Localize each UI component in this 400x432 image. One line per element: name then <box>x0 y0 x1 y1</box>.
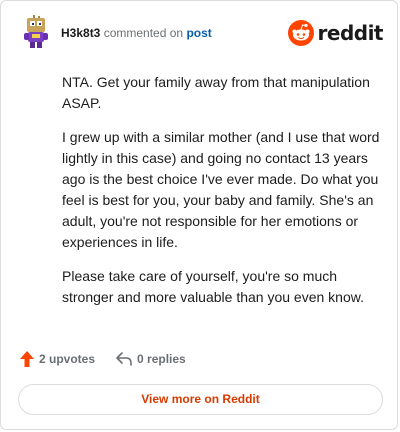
comment-body: NTA. Get your family away from that mani… <box>62 72 388 321</box>
reply-button[interactable]: 0 replies <box>115 351 186 367</box>
view-more-button[interactable]: View more on Reddit <box>18 384 383 415</box>
upvote-button[interactable]: 2 upvotes <box>19 350 95 368</box>
action-text: commented on <box>103 26 184 40</box>
reply-count: 0 replies <box>137 352 186 366</box>
comment-embed-card: H3k8t3 commented on post reddit NTA. Get… <box>0 0 398 430</box>
comment-meta: H3k8t3 commented on post <box>61 26 212 40</box>
reddit-logo-icon <box>287 20 314 46</box>
upvote-count: 2 upvotes <box>39 352 96 366</box>
reddit-brand[interactable]: reddit <box>287 19 384 47</box>
comment-paragraph: Please take care of yourself, you're so … <box>62 268 364 305</box>
comment-actions: 2 upvotes 0 replies <box>19 348 186 370</box>
upvote-arrow-icon <box>20 351 34 367</box>
comment-paragraph: NTA. Get your family away from that mani… <box>62 74 370 111</box>
comment-header: H3k8t3 commented on post reddit <box>21 15 384 51</box>
post-link[interactable]: post <box>186 26 211 40</box>
username-link[interactable]: H3k8t3 <box>61 26 100 40</box>
comment-paragraph: I grew up with a similar mother (and I u… <box>62 129 380 250</box>
snoo-avatar-icon[interactable] <box>21 15 51 49</box>
reply-arrow-icon <box>116 352 132 366</box>
reddit-wordmark: reddit <box>317 21 384 45</box>
